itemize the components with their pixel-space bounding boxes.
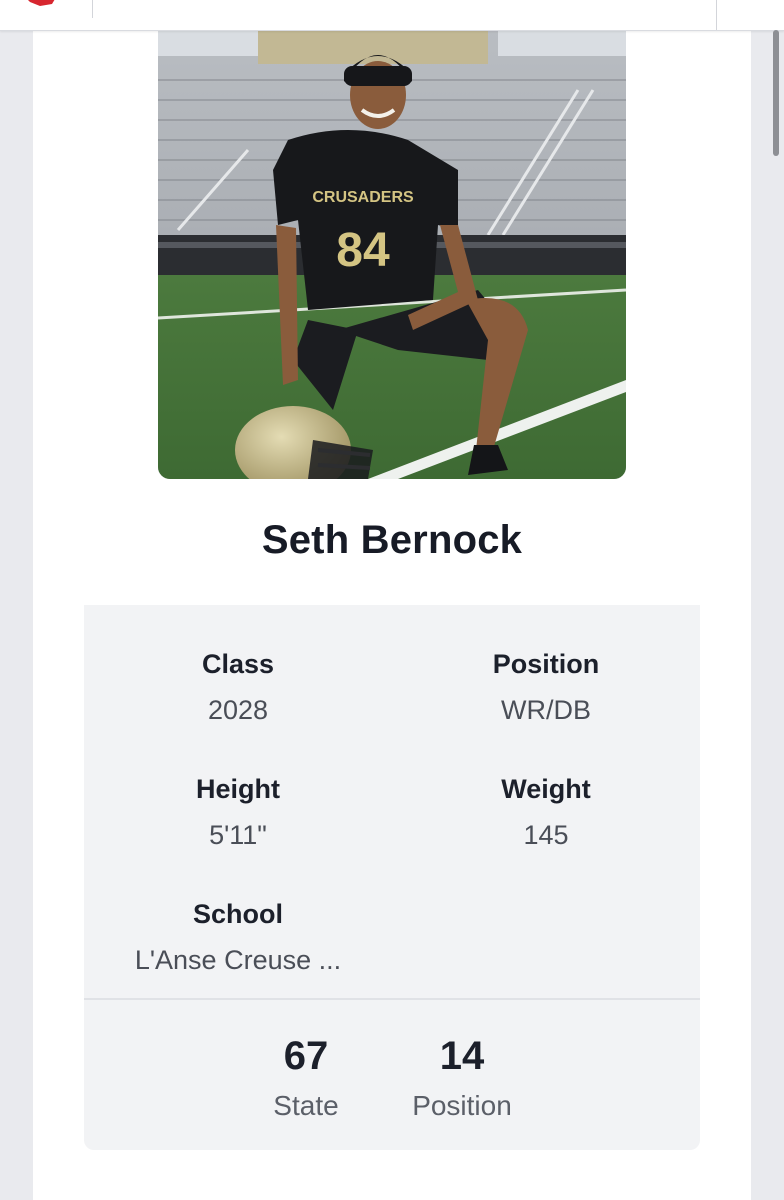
ranking-label: State	[273, 1090, 339, 1121]
svg-text:CRUSADERS: CRUSADERS	[312, 189, 414, 206]
detail-label: Weight	[501, 774, 591, 804]
detail-label: School	[192, 899, 283, 929]
top-nav-bar	[0, 0, 784, 31]
menu-button[interactable]	[716, 0, 784, 30]
detail-value: WR/DB	[501, 695, 591, 725]
brand-logo-icon[interactable]	[18, 0, 64, 6]
ranking-label: Position	[412, 1090, 512, 1121]
detail-value: L'Anse Creuse ...	[134, 945, 342, 975]
player-details-panel: Class 2028 Position WR/DB Height 5'11" W…	[84, 605, 700, 1150]
detail-height: Height 5'11"	[84, 772, 392, 852]
detail-label: Class	[201, 649, 275, 679]
detail-value: 5'11"	[209, 820, 267, 850]
player-profile-card: CRUSADERS 84 Seth Bernock Class 2028 Pos…	[33, 30, 751, 1200]
detail-value: 2028	[207, 695, 269, 725]
player-photo: CRUSADERS 84	[158, 30, 626, 479]
ranking-value: 67	[283, 1034, 329, 1078]
detail-class: Class 2028	[84, 647, 392, 727]
scrollbar[interactable]	[773, 30, 779, 156]
ranking-state[interactable]: 67 State	[226, 1033, 386, 1123]
svg-text:84: 84	[336, 224, 390, 277]
detail-label: Position	[492, 649, 600, 679]
detail-weight: Weight 145	[392, 772, 700, 852]
player-name: Seth Bernock	[261, 518, 523, 562]
panel-divider	[84, 998, 700, 1000]
ranking-position[interactable]: 14 Position	[382, 1033, 542, 1123]
detail-label: Height	[196, 774, 280, 804]
detail-value: 145	[523, 820, 569, 850]
ranking-value: 14	[439, 1034, 485, 1078]
nav-divider	[92, 0, 93, 18]
detail-position: Position WR/DB	[392, 647, 700, 727]
detail-school: School L'Anse Creuse ...	[84, 897, 392, 977]
